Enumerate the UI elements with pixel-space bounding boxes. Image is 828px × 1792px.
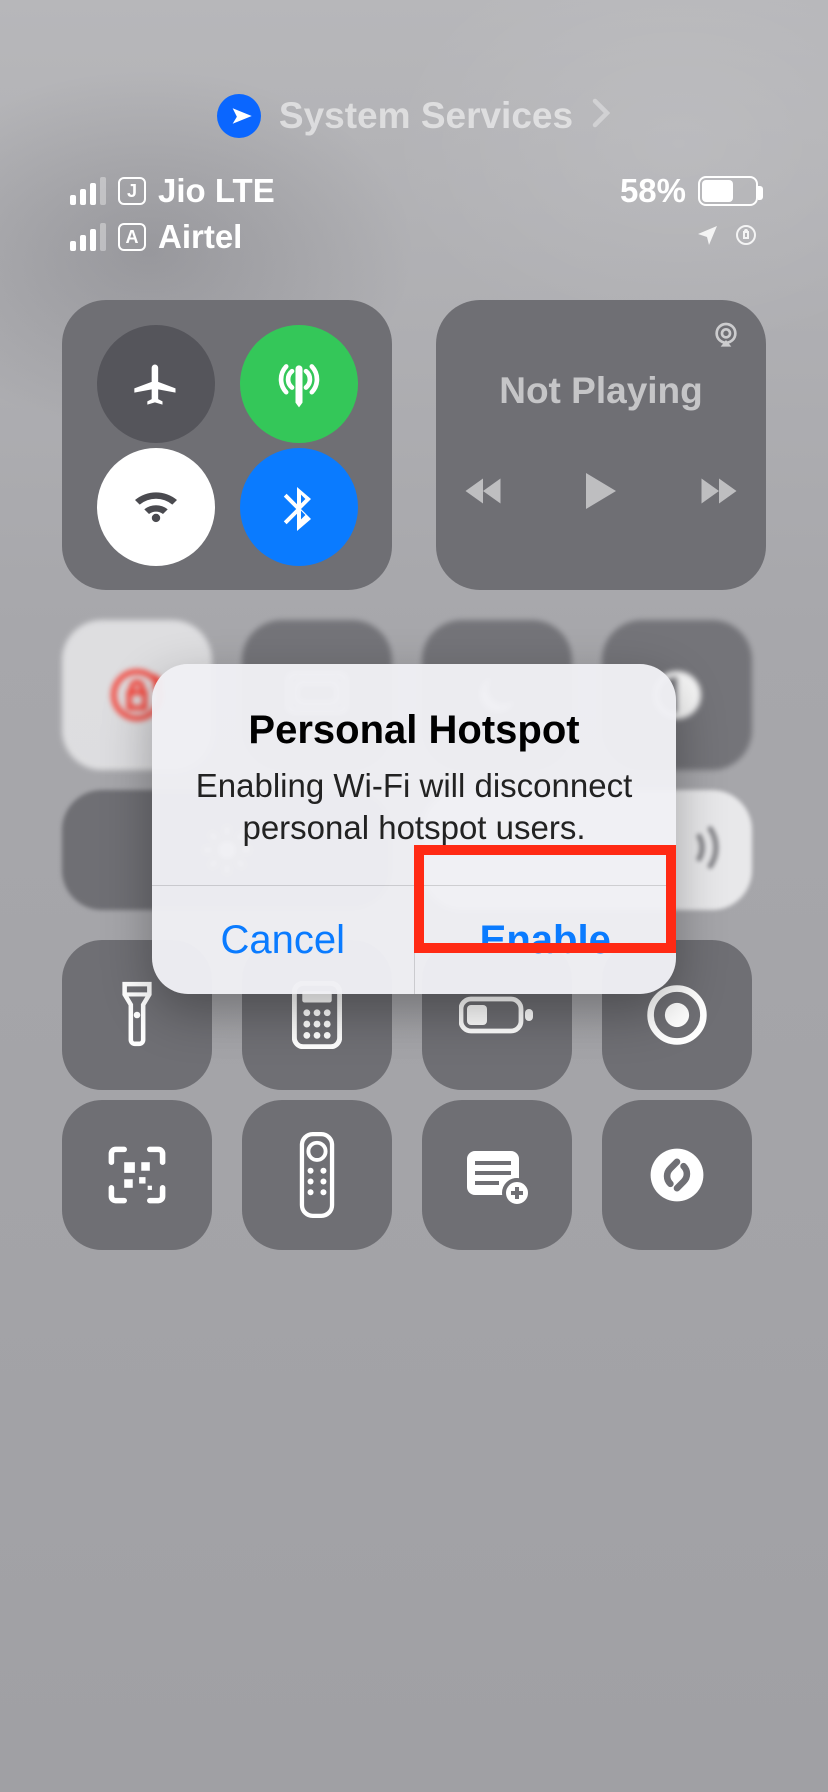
cancel-button[interactable]: Cancel: [152, 886, 414, 994]
alert-title: Personal Hotspot: [186, 708, 642, 753]
confirmation-alert: Personal Hotspot Enabling Wi-Fi will dis…: [152, 664, 676, 994]
alert-message: Enabling Wi-Fi will disconnect personal …: [186, 765, 642, 849]
enable-button[interactable]: Enable: [414, 886, 677, 994]
